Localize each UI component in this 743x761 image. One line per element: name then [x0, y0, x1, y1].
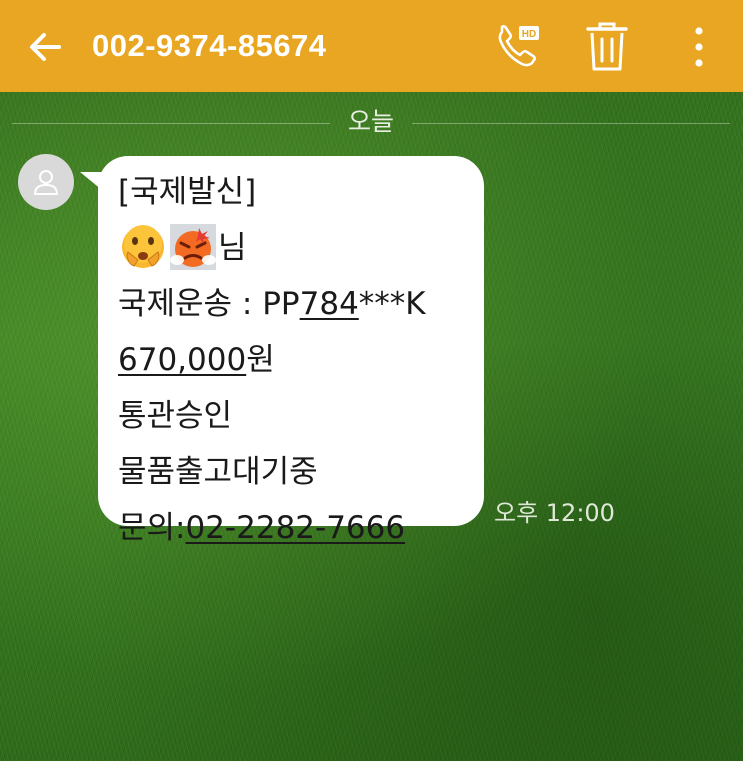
message-line: 문의:02-2282-7666 — [118, 500, 478, 556]
date-divider: 오늘 — [0, 104, 743, 140]
message-text: [국제발신] 님 국제운송 : PP784***K 670,000원 통관승인 … — [118, 164, 478, 556]
sender-avatar[interactable] — [18, 154, 74, 210]
message-name-suffix: 님 — [218, 230, 247, 266]
inquiry-prefix: 문의: — [118, 510, 186, 546]
amount-link[interactable]: 670,000 — [118, 342, 246, 378]
angry-face-emoji — [170, 223, 216, 270]
divider-line — [12, 123, 330, 124]
shipping-number-link[interactable]: 784 — [300, 286, 359, 322]
svg-text:HD: HD — [522, 29, 536, 40]
phone-number-link[interactable]: 02-2282-7666 — [185, 510, 405, 546]
arrow-left-icon — [30, 33, 61, 61]
more-options-button[interactable] — [672, 20, 726, 74]
conversation-screen: 002-9374-85674 HD 오늘 [국제발신] 님 국제운송: PP7… — [0, 0, 743, 761]
app-bar: 002-9374-85674 HD — [0, 0, 743, 92]
message-line: 님 — [118, 220, 478, 276]
message-line: 국제운송 : PP784***K — [118, 276, 478, 332]
shipping-prefix: 국제운송 : PP — [118, 286, 300, 322]
hd-call-button[interactable]: HD — [490, 20, 544, 74]
more-vertical-icon — [695, 27, 703, 67]
date-label: 오늘 — [347, 107, 394, 136]
trash-icon — [586, 22, 628, 71]
shushing-face-emoji — [122, 224, 164, 268]
message-line: [국제발신] — [118, 174, 257, 210]
message-line: 통관승인 — [118, 398, 233, 434]
shipping-suffix: ***K — [358, 286, 426, 322]
amount-unit: 원 — [246, 342, 275, 378]
contact-number-title: 002-9374-85674 — [92, 28, 327, 63]
hd-call-icon: HD — [498, 25, 539, 67]
delete-button[interactable] — [580, 20, 634, 74]
message-line: 물품출고대기중 — [118, 454, 318, 490]
divider-line — [412, 123, 730, 124]
message-timestamp: 오후 12:00 — [494, 499, 615, 527]
message-line: 670,000원 — [118, 332, 478, 388]
back-button[interactable] — [22, 24, 68, 70]
person-icon — [34, 170, 58, 195]
